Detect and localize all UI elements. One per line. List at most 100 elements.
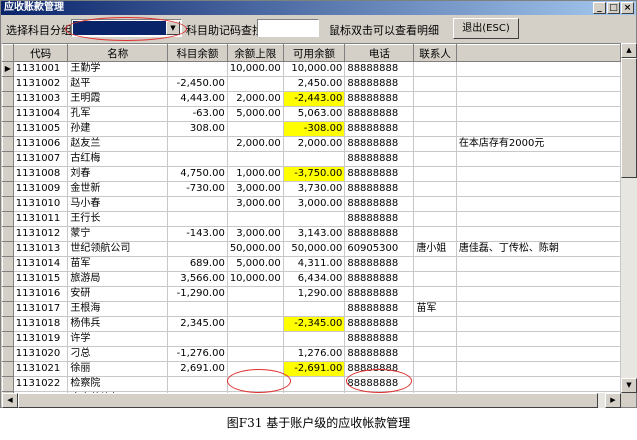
row-indicator[interactable] <box>2 256 14 272</box>
cell-contact <box>413 211 457 227</box>
table-row[interactable]: 1131020 刁总 -1,276.00 1,276.00 88888888 <box>2 346 621 362</box>
cell-phone: 60905300 <box>344 241 415 257</box>
table-row[interactable]: 1131006 赵友兰 2,000.00 2,000.00 88888888 在本店存有2… <box>2 136 621 152</box>
cell-balance: 2,345.00 <box>167 316 228 332</box>
cell-balance: 4,750.00 <box>167 166 228 182</box>
cell-name: 安研 <box>67 286 169 302</box>
cell-limit: 5,000.00 <box>227 256 284 272</box>
table-row[interactable]: 1131007 古红梅 88888888 <box>2 151 621 167</box>
cell-contact <box>413 61 457 77</box>
group-label: 选择科目分组 <box>6 24 72 37</box>
table-row[interactable]: 1131015 旅游局 3,566.00 10,000.00 6,434.00 88888… <box>2 271 621 287</box>
row-indicator[interactable] <box>2 376 14 392</box>
row-indicator[interactable] <box>2 76 14 92</box>
column-header-available[interactable]: 可用余额 <box>282 44 346 62</box>
table-row[interactable]: 1131011 王行长 88888888 <box>2 211 621 227</box>
minimize-button[interactable]: _ <box>593 2 606 14</box>
row-indicator[interactable] <box>2 196 14 212</box>
cell-balance: 3,566.00 <box>167 271 228 287</box>
table-row[interactable]: 1131021 徐丽 2,691.00 -2,691.00 88888888 <box>2 361 621 377</box>
exit-button[interactable]: 退出(ESC) <box>453 18 519 39</box>
row-indicator[interactable] <box>2 286 14 302</box>
row-indicator[interactable] <box>2 121 14 137</box>
horizontal-scrollbar[interactable]: ◀ ▶ <box>2 393 621 408</box>
vertical-scroll-thumb[interactable] <box>621 58 637 178</box>
row-indicator[interactable] <box>2 346 14 362</box>
scroll-left-icon[interactable]: ◀ <box>2 393 18 408</box>
table-row[interactable]: 1131005 孙建 308.00 -308.00 88888888 <box>2 121 621 137</box>
cell-limit <box>227 121 284 137</box>
row-indicator[interactable] <box>2 271 14 287</box>
row-indicator[interactable] <box>2 166 14 182</box>
row-indicator[interactable] <box>2 181 14 197</box>
row-indicator[interactable] <box>2 136 14 152</box>
scroll-down-icon[interactable]: ▼ <box>621 378 637 393</box>
cell-note <box>456 286 621 302</box>
table-row[interactable]: 1131022 检察院 88888888 <box>2 376 621 392</box>
horizontal-scroll-thumb[interactable] <box>18 393 598 408</box>
table-row[interactable]: 1131017 王根海 88888888 苗军 <box>2 301 621 317</box>
accounts-grid[interactable]: 代码 名称 科目余额 余额上限 可用余额 电话 联系人 ▶ 1131001 王勤学 1… <box>2 43 621 393</box>
cell-name: 杨伟兵 <box>67 316 169 332</box>
table-row[interactable]: ▶ 1131001 王勤学 10,000.00 10,000.00 88888888 <box>2 61 621 77</box>
cell-available: 2,450.00 <box>283 76 346 92</box>
cell-phone: 88888888 <box>344 181 415 197</box>
row-indicator[interactable]: ▶ <box>2 61 14 77</box>
table-row[interactable]: 1131018 杨伟兵 2,345.00 -2,345.00 88888888 <box>2 316 621 332</box>
cell-balance <box>167 301 228 317</box>
cell-code: 1131006 <box>13 136 69 152</box>
row-indicator[interactable] <box>2 151 14 167</box>
table-row[interactable]: 1131014 苗军 689.00 5,000.00 4,311.00 88888888 <box>2 256 621 272</box>
column-header-limit[interactable]: 余额上限 <box>226 44 284 62</box>
cell-code: 1131005 <box>13 121 69 137</box>
cell-available: 1,276.00 <box>283 346 346 362</box>
cell-note <box>456 361 621 377</box>
scroll-right-icon[interactable]: ▶ <box>605 393 621 408</box>
table-row[interactable]: 1131016 安研 -1,290.00 1,290.00 88888888 <box>2 286 621 302</box>
row-indicator[interactable] <box>2 301 14 317</box>
cell-code: 1131009 <box>13 181 69 197</box>
column-header-balance[interactable]: 科目余额 <box>167 44 228 62</box>
search-input[interactable] <box>257 19 319 37</box>
table-row[interactable]: 1131003 王明霞 4,443.00 2,000.00 -2,443.00 88888… <box>2 91 621 107</box>
column-header-code[interactable]: 代码 <box>12 44 69 62</box>
table-row[interactable]: 1131009 金世新 -730.00 3,000.00 3,730.00 8888888… <box>2 181 621 197</box>
row-indicator[interactable] <box>2 226 14 242</box>
cell-note <box>456 316 621 332</box>
cell-balance <box>167 61 228 77</box>
row-indicator[interactable] <box>2 361 14 377</box>
cell-phone: 88888888 <box>344 301 415 317</box>
table-row[interactable]: 1131019 许学 88888888 <box>2 331 621 347</box>
table-row[interactable]: 1131013 世纪领航公司 50,000.00 50,000.00 60905300 唐… <box>2 241 621 257</box>
cell-name: 许学 <box>67 331 169 347</box>
cell-code: 1131011 <box>13 211 69 227</box>
cell-balance: 4,443.00 <box>167 91 228 107</box>
column-header-name[interactable]: 名称 <box>67 44 169 62</box>
row-indicator[interactable] <box>2 316 14 332</box>
column-header-note[interactable] <box>455 44 621 62</box>
table-row[interactable]: 1131008 刘春 4,750.00 1,000.00 -3,750.00 888888… <box>2 166 621 182</box>
maximize-button[interactable]: □ <box>607 2 620 14</box>
row-indicator[interactable] <box>2 331 14 347</box>
cell-limit: 1,000.00 <box>227 166 284 182</box>
cell-available <box>283 211 346 227</box>
column-header-contact[interactable]: 联系人 <box>413 44 457 62</box>
cell-limit: 3,000.00 <box>227 196 284 212</box>
table-row[interactable]: 1131010 马小春 3,000.00 3,000.00 88888888 <box>2 196 621 212</box>
table-row[interactable]: 1131012 蒙宁 -143.00 3,000.00 3,143.00 88888888 <box>2 226 621 242</box>
column-header-phone[interactable]: 电话 <box>344 44 415 62</box>
row-indicator[interactable] <box>2 106 14 122</box>
row-indicator[interactable] <box>2 211 14 227</box>
cell-note <box>456 331 621 347</box>
cell-phone: 88888888 <box>344 211 415 227</box>
scroll-up-icon[interactable]: ▲ <box>621 43 637 58</box>
cell-note <box>456 61 621 77</box>
close-button[interactable]: × <box>621 2 634 14</box>
table-row[interactable]: 1131002 赵平 -2,450.00 2,450.00 88888888 <box>2 76 621 92</box>
row-indicator[interactable] <box>2 241 14 257</box>
cell-name: 赵平 <box>67 76 169 92</box>
cell-phone: 88888888 <box>344 316 415 332</box>
table-row[interactable]: 1131004 孔军 -63.00 5,000.00 5,063.00 88888888 <box>2 106 621 122</box>
vertical-scrollbar[interactable]: ▲ ▼ <box>621 43 637 393</box>
row-indicator[interactable] <box>2 91 14 107</box>
